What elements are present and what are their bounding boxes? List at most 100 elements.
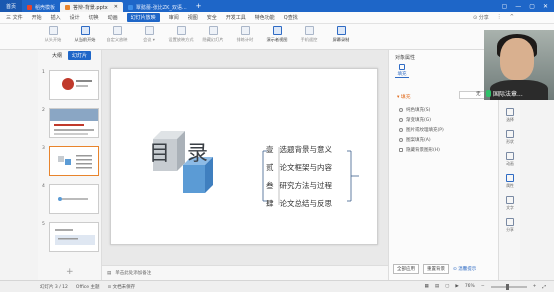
view-normal-icon[interactable]: ▦ [425,284,429,289]
current-slide[interactable]: 目 录 壹 选题背景与意义 贰 论文框架与内容 叁 研究方法与过程 肆 论文总结… [110,68,378,245]
menu-design[interactable]: 设计 [70,14,80,21]
pattern-fill-option[interactable]: 图案填充(A) [399,137,431,143]
select-tool-button[interactable]: 选择 [502,108,518,123]
tool-label: 形状 [506,139,514,144]
tab-outline[interactable]: 大纲 [52,52,62,59]
share-tool-button[interactable]: 分享 [502,218,518,233]
fit-window-icon[interactable]: ⤢ [542,284,546,290]
fill-tab[interactable]: 填充 [395,64,409,78]
notes-icon: ▤ [107,270,112,276]
toc-item-4[interactable]: 肆 论文总结与反思 [266,198,332,209]
start-from-beginning-button[interactable]: 从头开始 [40,24,66,49]
menu-slideshow[interactable]: 幻灯片放映 [126,13,160,22]
hide-slide-button[interactable]: 隐藏幻灯片 [200,24,226,49]
zoom-slider-handle[interactable] [505,283,509,290]
more-icon[interactable]: ⋮ [497,14,502,21]
menu-file[interactable]: 三 文件 [6,14,23,21]
slide-thumbnail-selected[interactable]: 3 [42,146,100,180]
zoom-level[interactable]: 76% [465,284,475,289]
menu-view[interactable]: 视图 [188,14,198,21]
record-icon [336,26,346,35]
ppt-icon [65,4,71,10]
zoom-in-icon[interactable]: + [533,284,537,289]
tips-link[interactable]: ⊙ 温馨提示 [453,266,476,272]
screen-record-button[interactable]: 屏幕录制 [328,24,354,49]
new-tab-button[interactable]: + [196,2,202,10]
button-label: 屏幕录制 [332,37,350,42]
animation-icon [506,152,514,160]
option-label: 图案填充(A) [406,138,431,143]
presenter-view-button[interactable]: 演示者视图 [264,24,290,49]
apply-all-button[interactable]: 全部应用 [393,264,419,274]
menu-review[interactable]: 审阅 [169,14,179,21]
menu-features[interactable]: 特色功能 [255,14,275,21]
thumb-section-graphic [58,197,88,201]
menu-insert[interactable]: 插入 [51,14,61,21]
solid-fill-option[interactable]: 纯色填充(S) [399,107,430,113]
menu-transitions[interactable]: 切换 [89,14,99,21]
menu-home[interactable]: 开始 [32,14,42,21]
title-bar: 首页 稻壳模板 答辩-背景.pptx ✕ 覃懿蕾-张比ZK_双语... + ▢ … [0,0,554,12]
slide-thumbnail[interactable]: 4 [42,184,100,218]
slide-thumbnail[interactable]: 5 [42,222,100,256]
ribbon: 从头开始 从当前开始 自定义放映 会议 ▾ 设置放映方式 隐藏幻灯片 排练计时 … [0,24,554,50]
button-label: 排练计时 [236,37,254,42]
menu-security[interactable]: 安全 [207,14,217,21]
layout-icon[interactable]: ▢ [502,3,508,10]
thumbnail-image [49,146,99,176]
slide-canvas-area: 目 录 壹 选题背景与意义 贰 论文框架与内容 叁 研究方法与过程 肆 论文总结… [102,50,388,265]
play-icon [48,26,58,35]
tab-templates[interactable]: 稻壳模板 [22,2,60,12]
phone-remote-button[interactable]: 手机遥控 [296,24,322,49]
zoom-out-icon[interactable]: − [481,284,485,289]
minimize-button[interactable]: — [515,3,521,10]
share-button[interactable]: ⊙ 分享 [473,14,489,21]
notes-pane[interactable]: ▤ 单击此处添加备注 [102,265,388,280]
tab-slides[interactable]: 幻灯片 [68,51,92,60]
thumbnail-image [49,184,99,214]
rehearse-timing-button[interactable]: 排练计时 [232,24,258,49]
zoom-slider[interactable] [490,283,527,290]
picture-fill-option[interactable]: 图片或纹理填充(P) [399,127,444,133]
button-label: 从当前开始 [74,37,96,42]
close-tab-icon[interactable]: ✕ [114,4,118,10]
start-from-current-button[interactable]: 从当前开始 [72,24,98,49]
setup-show-button[interactable]: 设置放映方式 [168,24,194,49]
menu-search[interactable]: Q查找 [284,14,298,21]
menu-animations[interactable]: 动画 [108,14,118,21]
tab-document[interactable]: 覃懿蕾-张比ZK_双语... [123,2,192,12]
left-gutter [0,50,38,280]
add-slide-button[interactable]: + [66,267,74,277]
home-tab[interactable]: 首页 [0,0,22,12]
close-button[interactable]: ✕ [543,3,548,10]
menu-developer[interactable]: 开发工具 [226,14,246,21]
hide-background-option[interactable]: 隐藏背景图形(H) [399,147,440,153]
shape-tool-button[interactable]: 形状 [502,130,518,145]
custom-show-button[interactable]: 自定义放映 [104,24,130,49]
play-slideshow-icon[interactable]: ▶ [455,284,458,289]
slide-thumbnail[interactable]: 1 [42,70,100,104]
property-icon [506,174,514,182]
radio-icon [399,138,403,142]
thumb-content-graphic [55,229,95,245]
toc-item-2[interactable]: 贰 论文框架与内容 [266,162,332,173]
meeting-button[interactable]: 会议 ▾ [136,24,162,49]
property-tool-button[interactable]: 属性 [502,174,518,189]
animation-tool-button[interactable]: 动画 [502,152,518,167]
view-sorter-icon[interactable]: ▤ [435,284,439,289]
fill-section-header[interactable]: ▾ 填充 [397,93,411,100]
toc-item-1[interactable]: 壹 选题背景与意义 [266,144,332,155]
toc-item-number: 肆 [266,199,274,208]
maximize-button[interactable]: ▢ [529,3,535,10]
text-icon [506,196,514,204]
text-tool-button[interactable]: 文字 [502,196,518,211]
toc-item-3[interactable]: 叁 研究方法与过程 [266,180,332,191]
view-reading-icon[interactable]: ▢ [445,284,449,289]
gradient-fill-option[interactable]: 渐变填充(G) [399,117,431,123]
collapse-ribbon-icon[interactable]: ^ [510,14,514,21]
slide-thumbnail[interactable]: 2 [42,108,100,142]
tab-presentation[interactable]: 答辩-背景.pptx ✕ [60,2,123,12]
hide-slide-icon [208,26,218,35]
reset-background-button[interactable]: 重置背景 [423,264,449,274]
slide-number: 2 [42,108,45,113]
